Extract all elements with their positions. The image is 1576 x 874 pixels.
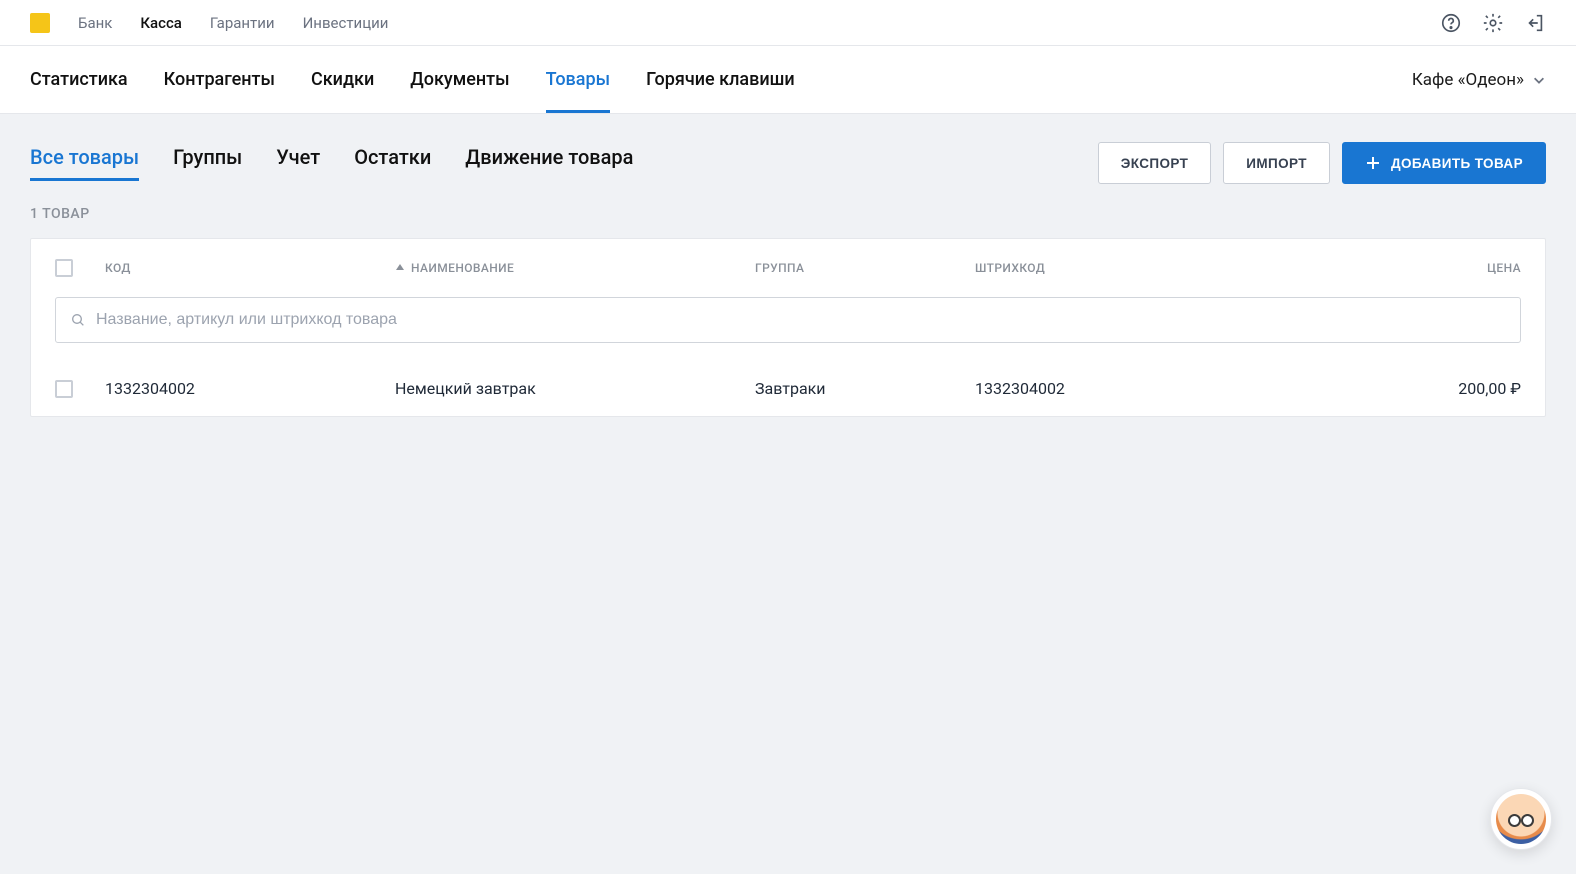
add-product-label: ДОБАВИТЬ ТОВАР	[1391, 156, 1523, 171]
search-input[interactable]	[96, 311, 1506, 329]
table-search-box[interactable]	[55, 297, 1521, 343]
sub-nav: Статистика Контрагенты Скидки Документы …	[30, 46, 1412, 113]
organization-name: Кафе «Одеон»	[1412, 70, 1524, 90]
chevron-down-icon	[1532, 73, 1546, 87]
table-search-wrap	[31, 291, 1545, 361]
sub-nav-discounts[interactable]: Скидки	[311, 46, 374, 113]
column-header-price[interactable]: ЦЕНА	[1235, 261, 1521, 275]
organization-selector[interactable]: Кафе «Одеон»	[1412, 70, 1546, 90]
assistant-avatar-icon	[1496, 794, 1546, 844]
sub-nav-goods[interactable]: Товары	[546, 46, 610, 113]
column-header-code[interactable]: КОД	[105, 261, 395, 275]
top-bar: Банк Касса Гарантии Инвестиции	[0, 0, 1576, 46]
search-icon	[70, 312, 86, 328]
export-button[interactable]: ЭКСПОРТ	[1098, 142, 1212, 184]
filter-tab-groups[interactable]: Группы	[173, 145, 242, 181]
gear-icon[interactable]	[1482, 12, 1504, 34]
products-table: КОД НАИМЕНОВАНИЕ ГРУППА ШТРИХКОД ЦЕНА 13…	[30, 238, 1546, 417]
select-all-checkbox[interactable]	[55, 259, 73, 277]
row-code: 1332304002	[105, 379, 395, 398]
sub-bar: Статистика Контрагенты Скидки Документы …	[0, 46, 1576, 114]
sub-nav-statistics[interactable]: Статистика	[30, 46, 128, 113]
logo-icon	[30, 13, 50, 33]
top-nav-bank[interactable]: Банк	[78, 14, 112, 32]
top-nav-guarantees[interactable]: Гарантии	[210, 14, 275, 32]
table-row[interactable]: 1332304002 Немецкий завтрак Завтраки 133…	[31, 361, 1545, 416]
logout-icon[interactable]	[1524, 12, 1546, 34]
top-nav: Банк Касса Гарантии Инвестиции	[78, 14, 1440, 32]
top-icons	[1440, 12, 1546, 34]
top-nav-kassa[interactable]: Касса	[140, 14, 182, 32]
help-icon[interactable]	[1440, 12, 1462, 34]
row-checkbox[interactable]	[55, 380, 73, 398]
import-button[interactable]: ИМПОРТ	[1223, 142, 1330, 184]
filter-tab-stock[interactable]: Остатки	[354, 145, 431, 181]
assistant-fab[interactable]	[1490, 788, 1552, 850]
row-name: Немецкий завтрак	[395, 379, 755, 398]
column-header-group[interactable]: ГРУППА	[755, 261, 975, 275]
column-header-name[interactable]: НАИМЕНОВАНИЕ	[395, 261, 755, 275]
top-nav-investments[interactable]: Инвестиции	[303, 14, 389, 32]
filter-tabs: Все товары Группы Учет Остатки Движение …	[30, 145, 1098, 181]
add-product-button[interactable]: ДОБАВИТЬ ТОВАР	[1342, 142, 1546, 184]
filter-tab-movement[interactable]: Движение товара	[465, 145, 633, 181]
sub-nav-hotkeys[interactable]: Горячие клавиши	[646, 46, 795, 113]
action-buttons: ЭКСПОРТ ИМПОРТ ДОБАВИТЬ ТОВАР	[1098, 142, 1546, 184]
column-header-name-label: НАИМЕНОВАНИЕ	[411, 261, 514, 275]
sub-nav-documents[interactable]: Документы	[410, 46, 509, 113]
table-header-row: КОД НАИМЕНОВАНИЕ ГРУППА ШТРИХКОД ЦЕНА	[31, 239, 1545, 291]
sub-nav-counterparties[interactable]: Контрагенты	[164, 46, 275, 113]
filter-tab-all-goods[interactable]: Все товары	[30, 145, 139, 181]
column-header-barcode[interactable]: ШТРИХКОД	[975, 261, 1235, 275]
sort-asc-icon	[395, 263, 405, 273]
plus-icon	[1365, 155, 1381, 171]
row-price: 200,00 ₽	[1235, 379, 1521, 398]
row-barcode: 1332304002	[975, 379, 1235, 398]
row-group: Завтраки	[755, 379, 975, 398]
filter-tab-accounting[interactable]: Учет	[276, 145, 320, 181]
filter-row: Все товары Группы Учет Остатки Движение …	[30, 142, 1546, 184]
product-count-label: 1 ТОВАР	[30, 206, 1546, 222]
content: Все товары Группы Учет Остатки Движение …	[0, 114, 1576, 445]
